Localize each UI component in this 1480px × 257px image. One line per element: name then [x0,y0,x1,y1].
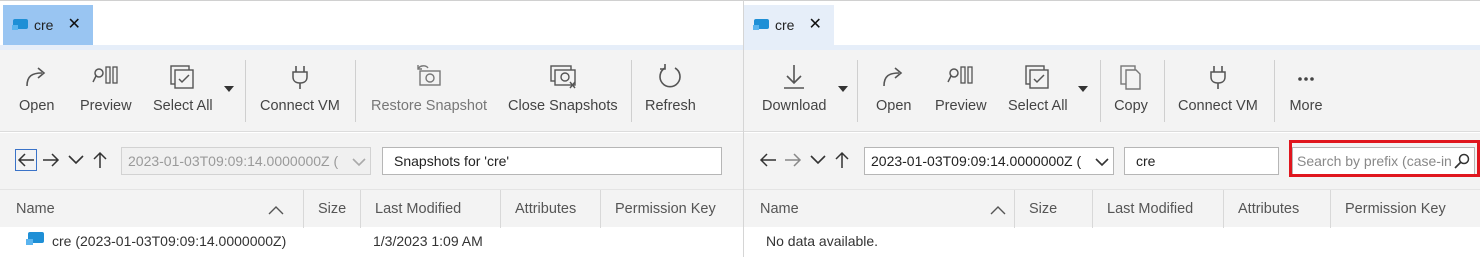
sort-ascending-icon [990,203,1006,219]
close-snapshots-icon [546,62,580,92]
refresh-button[interactable]: Refresh [645,62,696,114]
copy-button[interactable]: Copy [1114,62,1148,114]
toolbar-separator [245,60,246,122]
toolbar-separator [631,60,632,122]
empty-message: No data available. [766,233,879,249]
column-header-size[interactable]: Size [1014,190,1092,228]
tab-strip: cre ✕ [744,5,1480,45]
restore-snapshot-icon [412,62,446,92]
toolbar-separator [857,60,858,122]
back-arrow-icon[interactable] [757,149,779,171]
toolbar-separator [1100,60,1101,122]
more-button[interactable]: More [1289,62,1323,114]
open-button[interactable]: Open [876,62,911,114]
toolbar: Open Preview Select All Connect VM Resto… [0,50,743,132]
row-last-modified: 1/3/2023 1:09 AM [373,233,483,249]
forward-arrow-icon[interactable] [40,149,62,171]
download-dropdown-icon[interactable] [838,86,848,92]
left-pane: cre ✕ Open Preview Select All Connect VM… [0,0,743,257]
close-icon[interactable]: ✕ [67,17,80,33]
path-input[interactable]: Snapshots for 'cre' [382,147,722,175]
plug-icon [283,62,317,92]
close-snapshots-button[interactable]: Close Snapshots [508,62,618,114]
connect-vm-button[interactable]: Connect VM [260,62,340,114]
path-input[interactable]: cre [1124,147,1279,175]
more-icon [1289,62,1323,92]
preview-button[interactable]: Preview [80,62,132,114]
up-arrow-icon[interactable] [831,149,853,171]
file-share-icon [26,230,46,249]
open-button[interactable]: Open [19,62,54,114]
up-arrow-icon[interactable] [89,149,111,171]
table-header: Name Size Last Modified Attributes Permi… [0,189,743,228]
download-button[interactable]: Download [762,62,827,114]
column-header-attributes[interactable]: Attributes [500,190,600,228]
empty-state: No data available. [744,227,1480,255]
snapshot-select[interactable]: 2023-01-03T09:09:14.0000000Z ( [121,147,371,175]
row-name: cre (2023-01-03T09:09:14.0000000Z) [52,233,287,249]
select-all-dropdown-icon[interactable] [1078,86,1088,92]
copy-icon [1114,62,1148,92]
table-row[interactable]: cre (2023-01-03T09:09:14.0000000Z) 1/3/2… [0,227,743,255]
column-header-attributes[interactable]: Attributes [1223,190,1330,228]
select-all-icon [1021,62,1055,92]
toolbar-separator [1164,60,1165,122]
file-share-icon [753,17,771,34]
restore-snapshot-button[interactable]: Restore Snapshot [371,62,487,114]
back-arrow-icon[interactable] [15,149,37,171]
tab-label: cre [775,17,795,33]
select-all-dropdown-icon[interactable] [224,86,234,92]
snapshot-select[interactable]: 2023-01-03T09:09:14.0000000Z ( [864,147,1114,175]
select-all-icon [166,62,200,92]
preview-icon [944,62,978,92]
column-header-last-modified[interactable]: Last Modified [1092,190,1223,228]
select-all-button[interactable]: Select All [1008,62,1068,114]
chevron-down-icon[interactable] [807,149,829,171]
toolbar-separator [1274,60,1275,122]
table-header: Name Size Last Modified Attributes Permi… [744,189,1480,228]
toolbar-separator [355,60,356,122]
column-header-name[interactable]: Name [0,190,303,228]
open-icon [877,62,911,92]
navigation-bar: 2023-01-03T09:09:14.0000000Z ( Snapshots… [0,133,743,189]
chevron-down-icon [352,154,366,170]
chevron-down-icon[interactable] [65,149,87,171]
forward-arrow-icon[interactable] [782,149,804,171]
sort-ascending-icon [268,203,284,219]
tab-strip: cre ✕ [0,5,743,45]
refresh-icon [653,62,687,92]
highlight-box [1289,140,1480,177]
column-header-name[interactable]: Name [744,190,1014,228]
preview-icon [89,62,123,92]
tab-label: cre [34,17,54,33]
plug-icon [1201,62,1235,92]
close-icon[interactable]: ✕ [808,17,821,33]
navigation-bar: 2023-01-03T09:09:14.0000000Z ( cre Searc… [744,133,1480,189]
tab-cre[interactable]: cre ✕ [3,5,93,45]
download-icon [777,62,811,92]
chevron-down-icon [1095,154,1109,170]
select-all-button[interactable]: Select All [153,62,213,114]
right-pane: cre ✕ Download Open Preview Select All C… [743,0,1480,257]
column-header-permission-key[interactable]: Permission Key [1330,190,1480,228]
connect-vm-button[interactable]: Connect VM [1178,62,1258,114]
tab-cre[interactable]: cre ✕ [744,5,834,45]
preview-button[interactable]: Preview [935,62,987,114]
column-header-permission-key[interactable]: Permission Key [600,190,743,228]
column-header-size[interactable]: Size [303,190,360,228]
column-header-last-modified[interactable]: Last Modified [360,190,500,228]
file-share-icon [12,17,30,34]
toolbar: Download Open Preview Select All Copy Co… [744,50,1480,132]
open-icon [20,62,54,92]
